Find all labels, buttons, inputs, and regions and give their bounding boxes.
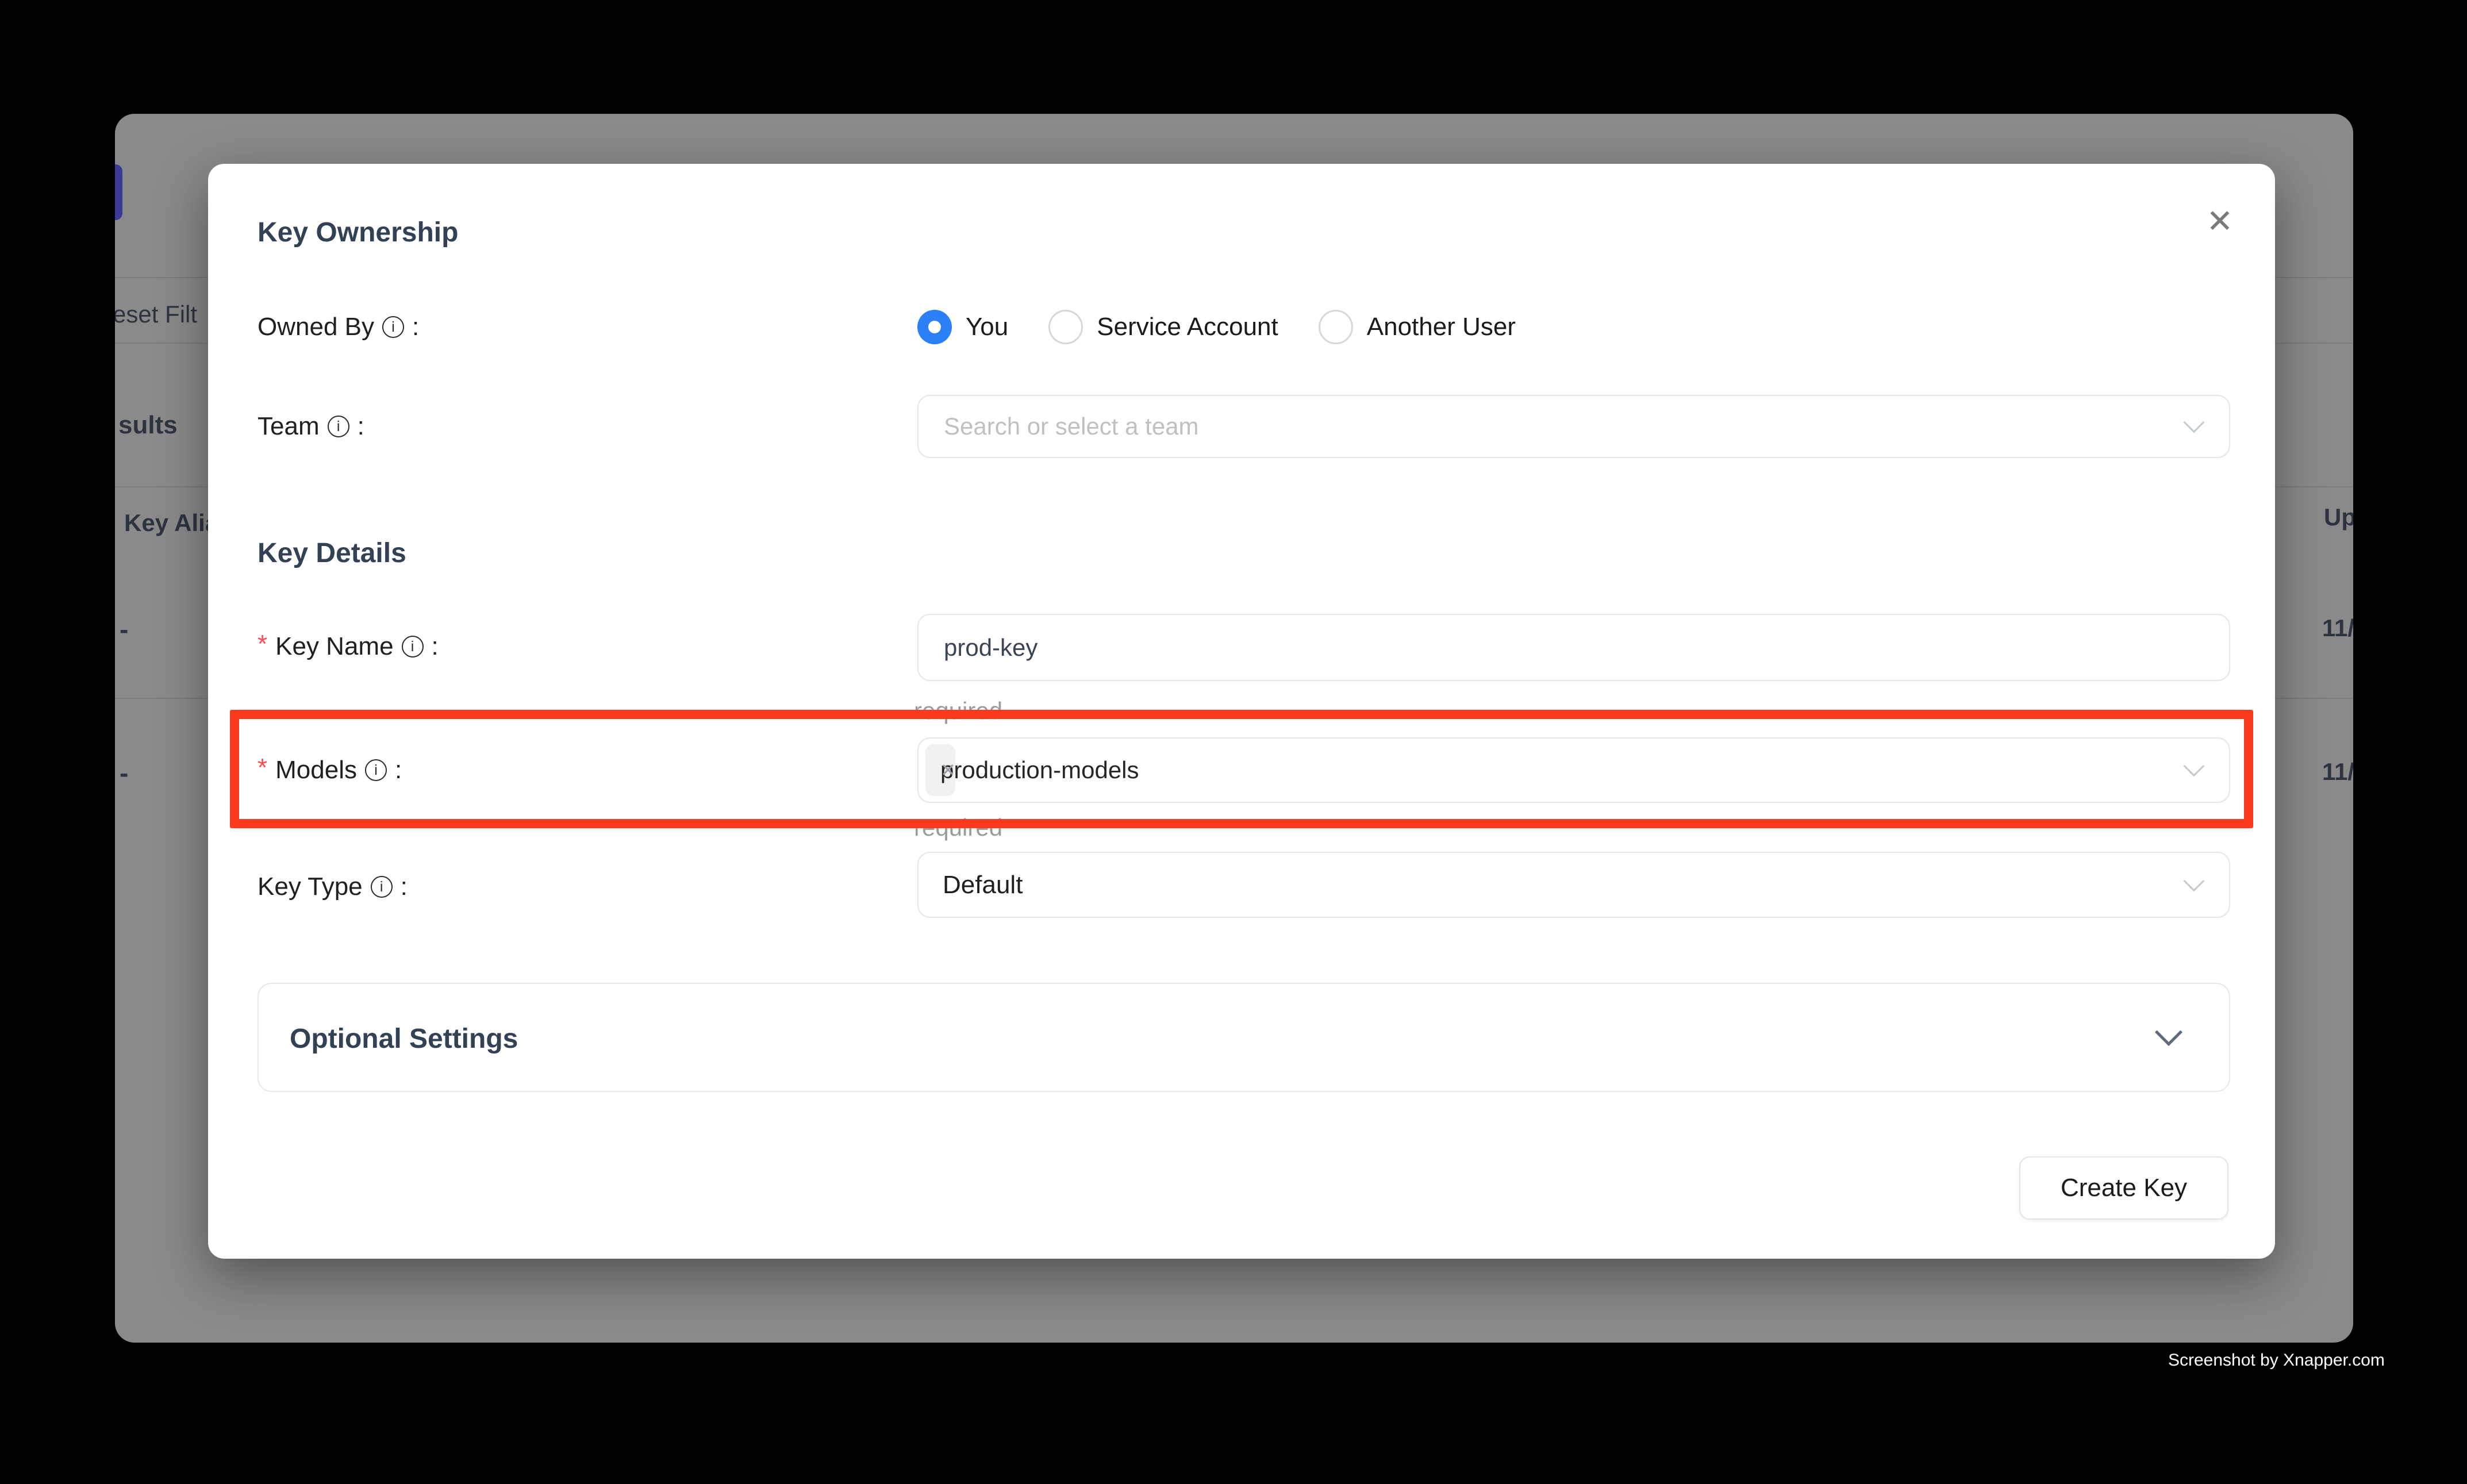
- label-colon: :: [395, 756, 402, 785]
- radio-option-another-user[interactable]: Another User: [1319, 310, 1516, 344]
- label-colon: :: [401, 872, 408, 901]
- tag-remove-icon[interactable]: ✕: [940, 759, 956, 781]
- key-name-field[interactable]: [917, 614, 2230, 681]
- chevron-down-icon: [2184, 412, 2205, 433]
- team-label-row: Team i :: [258, 409, 364, 444]
- section-title-key-ownership: Key Ownership: [258, 216, 458, 250]
- info-icon[interactable]: i: [328, 416, 349, 437]
- model-tag: production-models ✕: [925, 744, 955, 796]
- table-row-updated: 11/: [2322, 756, 2353, 787]
- key-name-label-row: * Key Name i :: [258, 629, 439, 664]
- create-key-button[interactable]: Create Key: [2019, 1156, 2228, 1220]
- models-required-hint: required: [914, 812, 1002, 843]
- key-type-select[interactable]: Default: [917, 852, 2230, 918]
- screenshot-canvas: eset Filt sults Key Alia Up - 11/ - 11/ …: [0, 0, 2467, 1484]
- optional-settings-panel[interactable]: Optional Settings: [258, 983, 2230, 1092]
- radio-option-you[interactable]: You: [917, 310, 1008, 344]
- info-icon[interactable]: i: [371, 876, 393, 898]
- table-header-updated: Up: [2324, 502, 2353, 533]
- chevron-down-icon: [2155, 1018, 2182, 1046]
- models-label-row: * Models i :: [258, 753, 402, 787]
- team-select-input[interactable]: [943, 412, 2049, 441]
- table-row-key-alias: -: [120, 614, 128, 645]
- owned-by-label: Owned By: [258, 313, 374, 341]
- table-row-key-alias: -: [120, 758, 128, 789]
- key-name-required-hint: required: [914, 695, 1002, 726]
- radio-label: You: [966, 313, 1008, 341]
- watermark-text: Screenshot by Xnapper.com: [2168, 1351, 2385, 1370]
- table-header-key-alias: Key Alia: [124, 508, 218, 539]
- label-colon: :: [358, 412, 364, 441]
- info-icon[interactable]: i: [382, 316, 404, 338]
- label-colon: :: [432, 632, 439, 661]
- key-type-value: Default: [943, 871, 1023, 899]
- key-name-label: Key Name: [275, 632, 393, 661]
- radio-label: Service Account: [1097, 313, 1278, 341]
- key-type-label-row: Key Type i :: [258, 870, 408, 904]
- required-marker: *: [258, 630, 267, 659]
- radio-selected-icon[interactable]: [917, 310, 952, 344]
- close-icon[interactable]: ✕: [2196, 197, 2244, 245]
- models-label: Models: [275, 756, 357, 785]
- chevron-down-icon: [2184, 756, 2205, 777]
- key-type-label: Key Type: [258, 872, 363, 901]
- team-select[interactable]: [917, 395, 2230, 458]
- owned-by-radio-group: You Service Account Another User: [917, 310, 1516, 344]
- key-name-input[interactable]: [943, 633, 2078, 662]
- models-select[interactable]: production-models ✕: [917, 737, 2230, 803]
- owned-by-label-row: Owned By i :: [258, 310, 419, 344]
- label-colon: :: [412, 313, 419, 341]
- team-label: Team: [258, 412, 320, 441]
- radio-unselected-icon[interactable]: [1319, 310, 1353, 344]
- model-tag-label: production-models: [940, 756, 1139, 784]
- info-icon[interactable]: i: [365, 759, 387, 781]
- reset-filters-button-fragment[interactable]: eset Filt: [115, 299, 197, 330]
- table-row-updated: 11/: [2322, 613, 2353, 644]
- radio-option-service-account[interactable]: Service Account: [1048, 310, 1278, 344]
- radio-unselected-icon[interactable]: [1048, 310, 1083, 344]
- required-marker: *: [258, 753, 267, 782]
- section-title-key-details: Key Details: [258, 536, 406, 571]
- radio-label: Another User: [1367, 313, 1516, 341]
- dimmed-primary-button-fragment: [115, 164, 122, 220]
- info-icon[interactable]: i: [402, 636, 424, 658]
- results-count-fragment: sults: [118, 410, 178, 441]
- chevron-down-icon: [2184, 870, 2205, 891]
- optional-settings-title: Optional Settings: [290, 984, 518, 1093]
- create-key-modal: ✕ Key Ownership Owned By i : You Service…: [208, 164, 2275, 1259]
